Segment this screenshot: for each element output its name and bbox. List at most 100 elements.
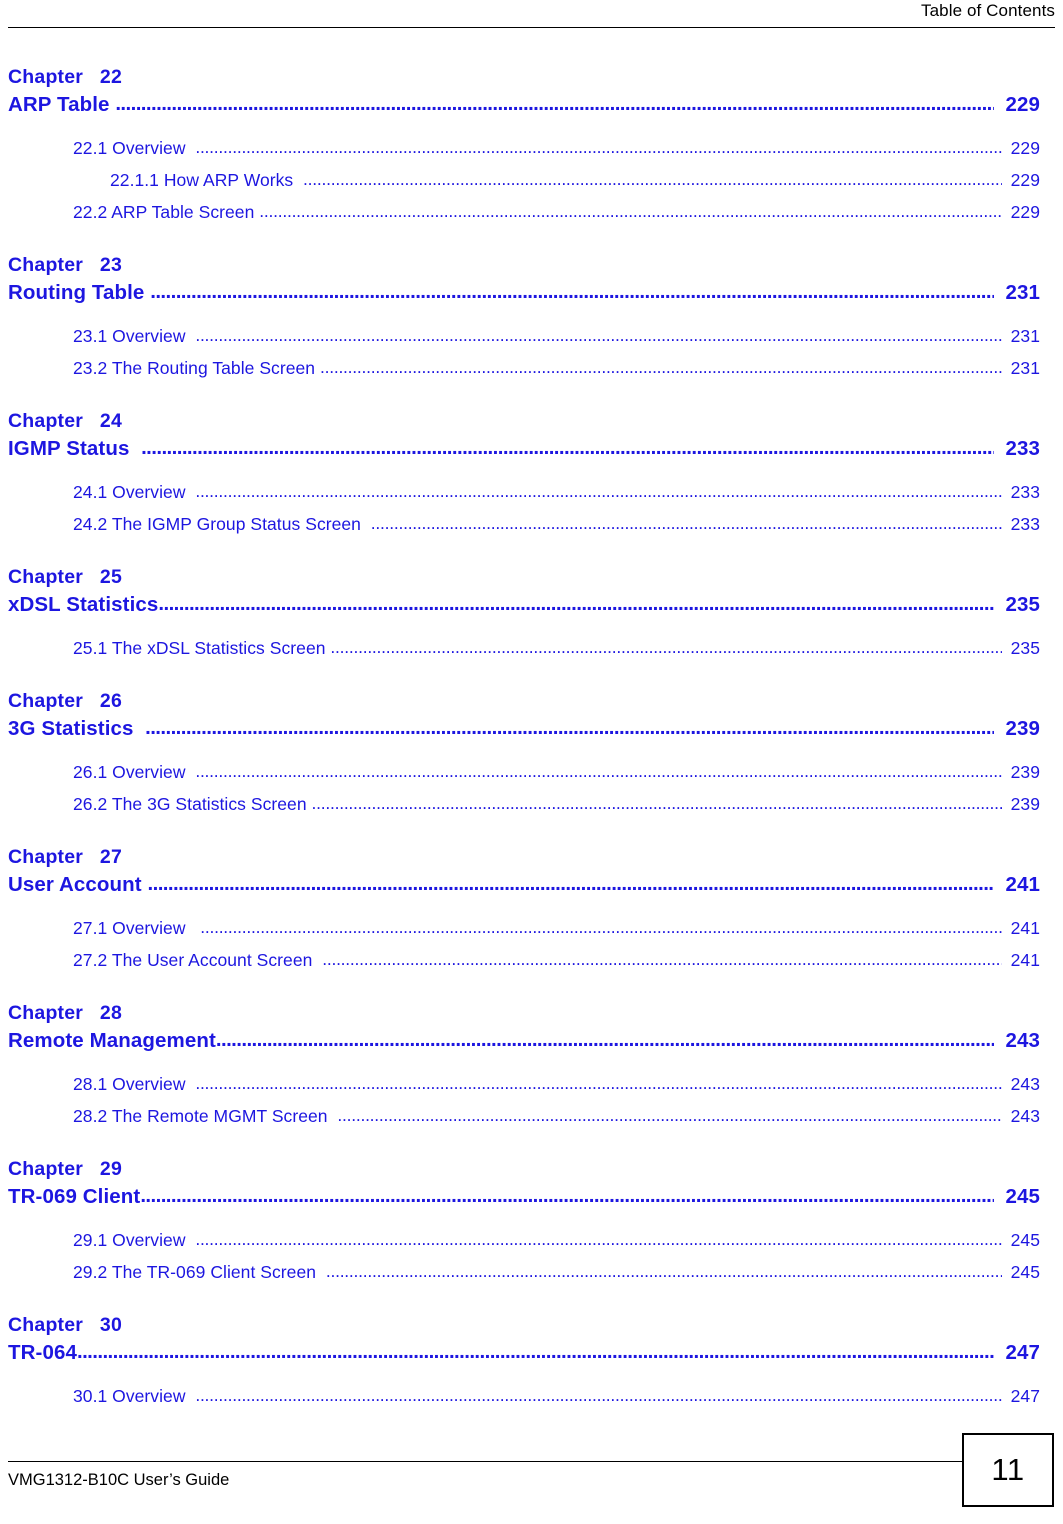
chapter-spacer	[8, 820, 1040, 844]
toc-section-entry[interactable]: 30.1 Overview ..........................…	[73, 1380, 1040, 1412]
toc-chapter-block: Chapter 29 TR-069 Client.................…	[8, 1156, 1040, 1288]
toc-chapter-block: Chapter 27 User Account .................…	[8, 844, 1040, 976]
dot-leader: ........................................…	[200, 917, 1002, 937]
toc-section-list: 27.1 Overview ..........................…	[8, 912, 1040, 976]
toc-section-entry[interactable]: 23.1 Overview ..........................…	[73, 320, 1040, 352]
section-title: 23.2 The Routing Table Screen	[73, 358, 320, 378]
toc-section-entry[interactable]: 27.2 The User Account Screen ...........…	[73, 944, 1040, 976]
section-title: 28.2 The Remote MGMT Screen	[73, 1106, 338, 1126]
toc-section-entry[interactable]: 28.2 The Remote MGMT Screen ............…	[73, 1100, 1040, 1132]
chapter-title: 3G Statistics	[8, 717, 146, 740]
chapter-label: Chapter 25	[8, 566, 123, 588]
toc-page: Table of Contents Chapter 22 ARP Table ..…	[0, 0, 1063, 1524]
chapter-page-number: 241	[1005, 873, 1040, 896]
chapter-label: Chapter 30	[8, 1314, 123, 1336]
toc-chapter-entry[interactable]: xDSL Statistics.........................…	[8, 590, 1040, 620]
page-header: Table of Contents	[8, 0, 1055, 30]
toc-chapter-entry[interactable]: Remote Management.......................…	[8, 1026, 1040, 1056]
toc-section-list: 25.1 The xDSL Statistics Screen ........…	[8, 632, 1040, 664]
section-title: 24.1 Overview	[73, 482, 196, 502]
toc-chapter-entry[interactable]: ARP Table ..............................…	[8, 90, 1040, 120]
toc-chapter-block: Chapter 25 xDSL Statistics...............…	[8, 564, 1040, 664]
section-title: 25.1 The xDSL Statistics Screen	[73, 638, 331, 658]
section-page-number: 229	[1010, 202, 1040, 222]
dot-leader: ........................................…	[303, 169, 1002, 189]
toc-section-list: 29.1 Overview ..........................…	[8, 1224, 1040, 1288]
chapter-page-number: 247	[1005, 1341, 1040, 1364]
toc-section-entry[interactable]: 29.1 Overview ..........................…	[73, 1224, 1040, 1256]
toc-chapter-block: Chapter 24 IGMP Status ..................…	[8, 408, 1040, 540]
chapter-page-number: 245	[1005, 1185, 1040, 1208]
chapter-page-number: 231	[1005, 281, 1040, 304]
dot-leader: ........................................…	[145, 716, 994, 739]
toc-section-entry[interactable]: 26.1 Overview ..........................…	[73, 756, 1040, 788]
page-number-box: 11	[962, 1433, 1054, 1507]
toc-section-entry[interactable]: 24.2 The IGMP Group Status Screen ......…	[73, 508, 1040, 540]
chapter-label: Chapter 23	[8, 254, 123, 276]
toc-chapter-entry[interactable]: 3G Statistics ..........................…	[8, 714, 1040, 744]
toc-chapter-entry[interactable]: User Account ...........................…	[8, 870, 1040, 900]
dot-leader: ........................................…	[195, 1073, 1002, 1093]
toc-chapter-entry[interactable]: TR-064..................................…	[8, 1338, 1040, 1368]
toc-section-entry[interactable]: 25.1 The xDSL Statistics Screen ........…	[73, 632, 1040, 664]
section-page-number: 243	[1010, 1106, 1040, 1126]
section-page-number: 235	[1010, 638, 1040, 658]
chapter-title: Routing Table	[8, 281, 151, 304]
section-title: 22.2 ARP Table Screen	[73, 202, 260, 222]
toc-section-entry[interactable]: 28.1 Overview ..........................…	[73, 1068, 1040, 1100]
toc-section-list: 24.1 Overview ..........................…	[8, 476, 1040, 540]
toc-section-entry[interactable]: 22.2 ARP Table Screen ..................…	[73, 196, 1040, 228]
section-page-number: 245	[1010, 1230, 1040, 1250]
toc-chapter-block: Chapter 28 Remote Management.............…	[8, 1000, 1040, 1132]
dot-leader: ........................................…	[311, 793, 1002, 813]
toc-section-entry[interactable]: 24.1 Overview ..........................…	[73, 476, 1040, 508]
dot-leader: ........................................…	[141, 436, 994, 459]
section-title: 26.2 The 3G Statistics Screen	[73, 794, 312, 814]
page-footer: VMG1312-B10C User’s Guide 11	[8, 1433, 1055, 1521]
toc-section-list: 30.1 Overview ..........................…	[8, 1380, 1040, 1412]
section-page-number: 231	[1010, 326, 1040, 346]
toc-section-entry[interactable]: 29.2 The TR-069 Client Screen ..........…	[73, 1256, 1040, 1288]
toc-section-entry[interactable]: 22.1.1 How ARP Works ...................…	[110, 164, 1040, 196]
chapter-title: ARP Table	[8, 93, 116, 116]
toc-section-entry[interactable]: 27.1 Overview ..........................…	[73, 912, 1040, 944]
toc-section-list: 22.1 Overview ..........................…	[8, 132, 1040, 228]
chapter-spacer	[8, 1288, 1040, 1312]
toc-chapter-entry[interactable]: IGMP Status ............................…	[8, 434, 1040, 464]
chapter-label: Chapter 27	[8, 846, 123, 868]
dot-leader: ........................................…	[195, 481, 1002, 501]
section-page-number: 245	[1010, 1262, 1040, 1282]
dot-leader: ........................................…	[325, 1261, 1002, 1281]
chapter-spacer	[8, 384, 1040, 408]
dot-leader: ........................................…	[330, 637, 1002, 657]
section-title: 24.2 The IGMP Group Status Screen	[73, 514, 371, 534]
toc-section-entry[interactable]: 22.1 Overview ..........................…	[73, 132, 1040, 164]
chapter-label: Chapter 28	[8, 1002, 123, 1024]
section-page-number: 241	[1010, 950, 1040, 970]
page-number: 11	[991, 1452, 1025, 1487]
section-title: 30.1 Overview	[73, 1386, 196, 1406]
dot-leader: ........................................…	[150, 280, 994, 303]
section-title: 22.1.1 How ARP Works	[110, 170, 304, 190]
page-footer-rule	[8, 1461, 963, 1462]
dot-leader: ........................................…	[370, 513, 1002, 533]
toc-section-entry[interactable]: 23.2 The Routing Table Screen ..........…	[73, 352, 1040, 384]
toc-chapter-entry[interactable]: Routing Table ..........................…	[8, 278, 1040, 308]
chapter-label: Chapter 22	[8, 66, 123, 88]
dot-leader: ........................................…	[140, 1184, 994, 1207]
chapter-title: IGMP Status	[8, 437, 142, 460]
chapter-title: Remote Management	[8, 1029, 216, 1052]
chapter-title: TR-069 Client	[8, 1185, 141, 1208]
chapter-title: User Account	[8, 873, 148, 896]
chapter-title: TR-064	[8, 1341, 77, 1364]
chapter-label: Chapter 29	[8, 1158, 123, 1180]
toc-section-entry[interactable]: 26.2 The 3G Statistics Screen ..........…	[73, 788, 1040, 820]
toc-chapter-block: Chapter 30 TR-064........................…	[8, 1312, 1040, 1412]
dot-leader: ........................................…	[195, 325, 1002, 345]
section-title: 22.1 Overview	[73, 138, 196, 158]
chapter-page-number: 235	[1005, 593, 1040, 616]
chapter-label: Chapter 26	[8, 690, 123, 712]
toc-chapter-entry[interactable]: TR-069 Client...........................…	[8, 1182, 1040, 1212]
dot-leader: ........................................…	[76, 1340, 994, 1363]
table-of-contents: Chapter 22 ARP Table ....................…	[8, 64, 1040, 1412]
